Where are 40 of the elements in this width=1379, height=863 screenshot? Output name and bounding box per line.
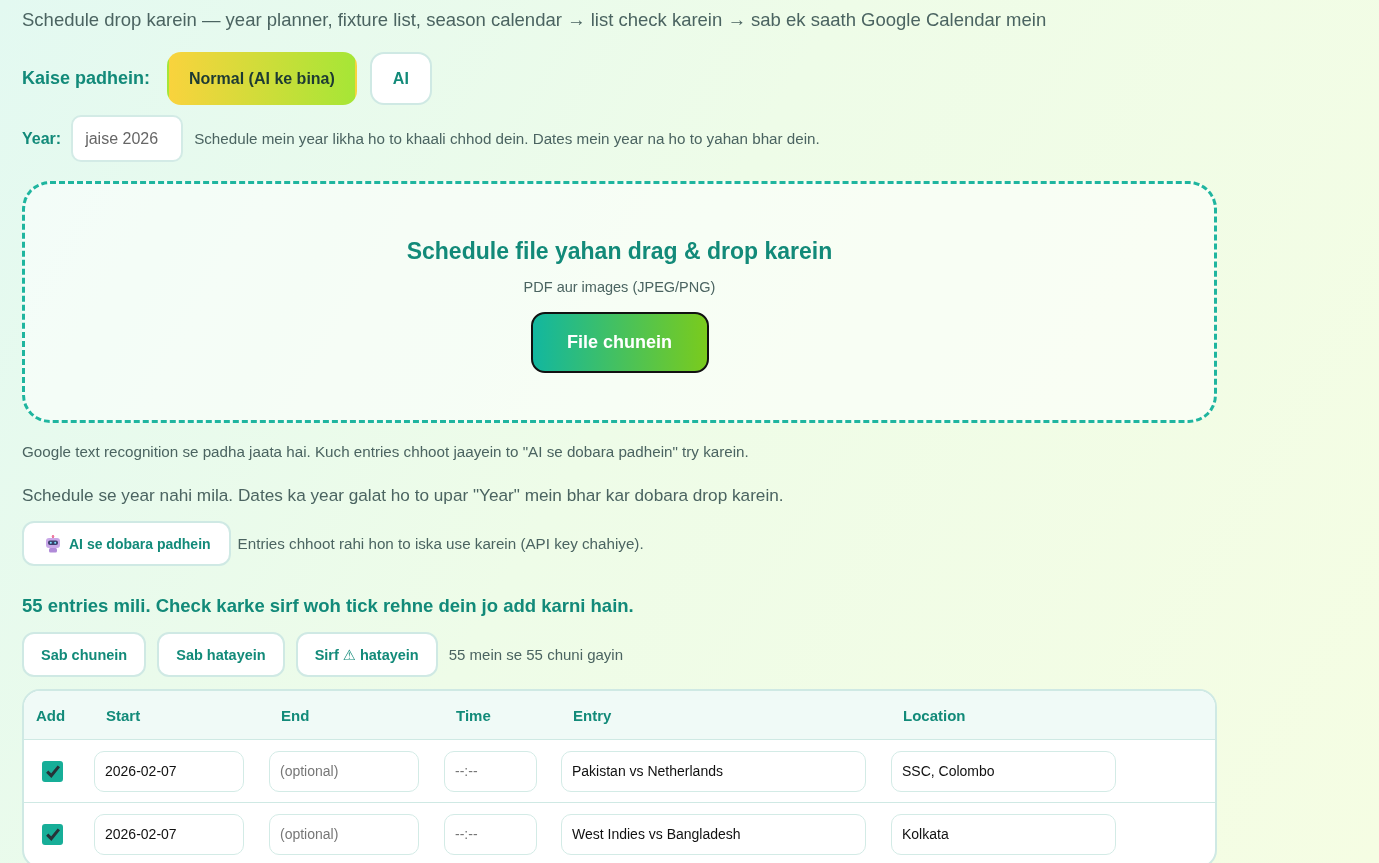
add-checkbox[interactable] <box>42 823 63 845</box>
column-header: Location <box>902 706 966 724</box>
end-date-field[interactable]: (optional) <box>269 750 419 792</box>
time-field[interactable]: --:-- <box>444 750 537 792</box>
time-field[interactable]: --:-- <box>444 813 537 855</box>
ai-reread-hint: Entries chhoot rahi hon to iska use karein (API key chahiye). <box>237 535 644 552</box>
entry-field[interactable]: West Indies vs Bangladesh <box>561 813 866 855</box>
drop-zone-subtitle: PDF aur images (JPEG/PNG) <box>523 279 716 295</box>
year-input[interactable]: jaise 2026 <box>71 115 184 162</box>
mode-toggle-button[interactable]: AI <box>369 52 432 105</box>
drop-zone[interactable]: Schedule file yahan drag & drop karein PDF aur images (JPEG/PNG) File chunein <box>22 181 1217 423</box>
location-field[interactable]: SSC, Colombo <box>891 750 1116 792</box>
year-label: Year: <box>22 129 62 148</box>
mode-toggle-button[interactable]: Normal (AI ke bina) <box>167 52 357 105</box>
checkmark-icon <box>45 764 60 778</box>
selection-action-button[interactable]: Sab chunein <box>22 632 147 677</box>
column-header: Entry <box>572 706 612 724</box>
column-header: Add <box>35 706 66 724</box>
entry-field[interactable]: Pakistan vs Netherlands <box>561 750 866 792</box>
intro-text: Schedule drop karein — year planner, fixture list, season calendar → list check karein → sab ek saath Google Calendar mein <box>22 8 1047 32</box>
selection-action-button[interactable]: Sab hatayein <box>157 632 285 677</box>
start-date-field[interactable]: 2026-02-07 <box>94 750 244 792</box>
selection-count: 55 mein se 55 chuni gayin <box>448 646 623 663</box>
results-heading: 55 entries mili. Check karke sirf woh tick rehne dein jo add karni hain. <box>22 594 634 618</box>
read-mode-label: Kaise padhein: <box>22 68 151 89</box>
checkmark-icon <box>45 827 60 841</box>
column-header: Time <box>455 706 491 724</box>
ocr-note: Google text recognition se padha jaata hai. Kuch entries chhoot jaayein to "AI se dobara padhein" try karein. <box>22 442 749 462</box>
column-header: End <box>280 706 310 724</box>
year-warning: Schedule se year nahi mila. Dates ka year galat ho to upar "Year" mein bhar kar dobara drop karein. <box>22 484 784 507</box>
robot-icon <box>44 534 62 553</box>
column-header: Start <box>105 706 141 724</box>
location-field[interactable]: Kolkata <box>891 813 1116 855</box>
start-date-field[interactable]: 2026-02-07 <box>94 813 244 855</box>
selection-action-button[interactable]: Sirf ⚠ hatayein <box>295 632 438 677</box>
add-checkbox[interactable] <box>42 760 63 782</box>
drop-zone-title: Schedule file yahan drag & drop karein <box>406 237 833 266</box>
end-date-field[interactable]: (optional) <box>269 813 419 855</box>
year-hint: Schedule mein year likha ho to khaali chhod dein. Dates mein year na ho to yahan bhar dein. <box>194 130 820 147</box>
ai-reread-button[interactable]: AI se dobara padhein <box>22 521 231 566</box>
